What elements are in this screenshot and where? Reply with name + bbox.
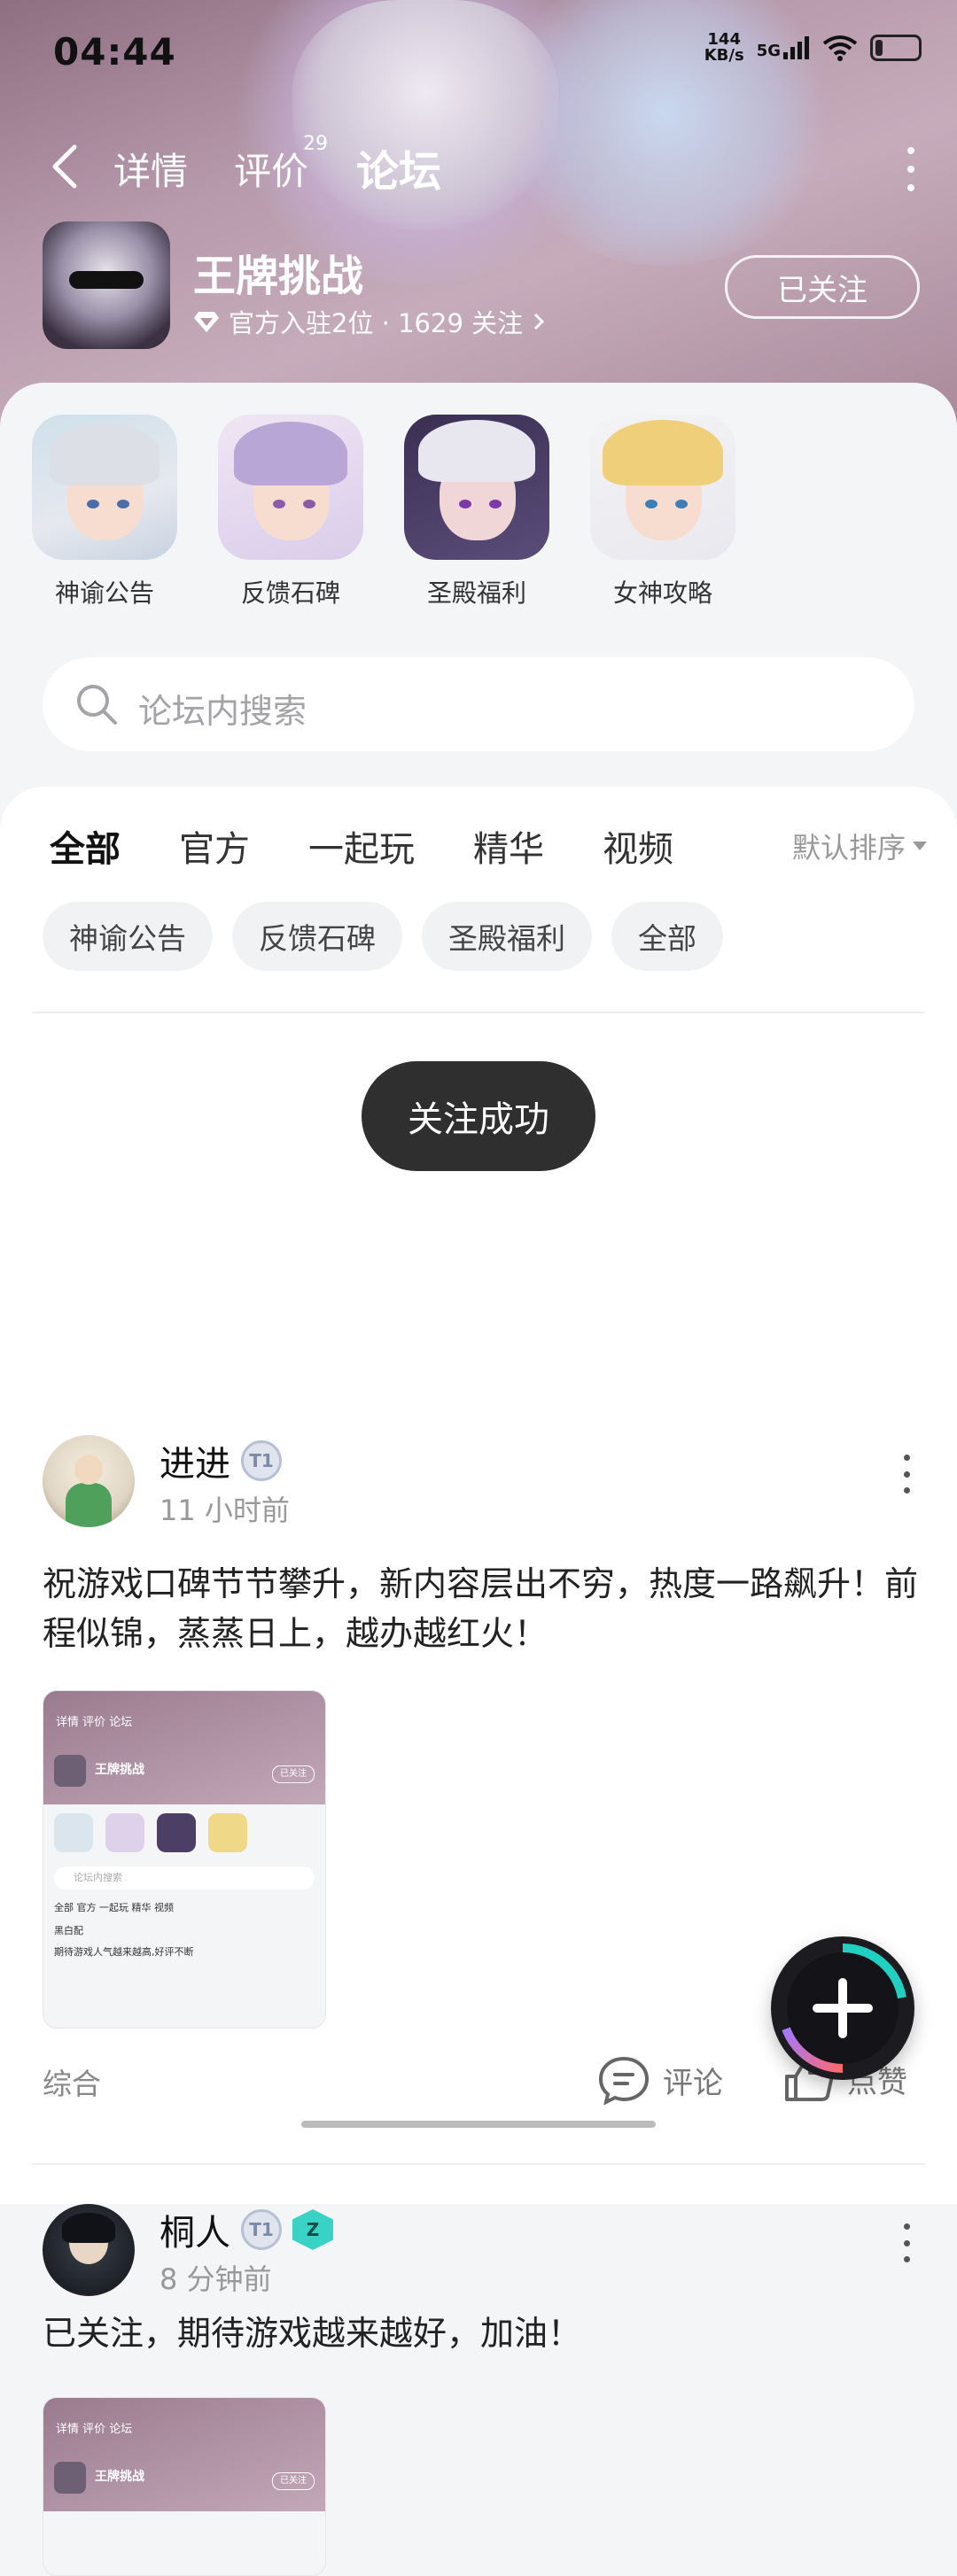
shortcut-image [404,415,549,560]
comment-label: 评论 [663,2065,723,2101]
avatar[interactable] [43,2204,135,2296]
shortcut-label: 神谕公告 [54,578,154,608]
divider [32,2163,925,2165]
game-banner: 04:44 144 KB/s 5G 详情 评价 29 论坛 王牌挑战 官方入驻2位… [0,0,957,425]
feed-tab-play-together[interactable]: 一起玩 [308,820,415,872]
post-image[interactable]: 详情 评价 论坛 王牌挑战 已关注 论坛内搜索 全部 官方 一起玩 精华 视频 … [43,1690,326,2029]
signal-icon: 5G [757,36,810,59]
wifi-icon [822,35,858,61]
status-bar: 04:44 144 KB/s 5G [0,0,957,97]
tab-reviews[interactable]: 评价 29 [234,133,328,196]
shortcut-temple-benefits[interactable]: 圣殿福利 [404,415,549,609]
sort-label: 默认排序 [791,831,906,865]
post-more-icon[interactable] [902,1455,911,1494]
dropdown-arrow-icon [913,842,927,850]
forum-search-input[interactable]: 论坛内搜索 [43,657,914,751]
thumb-text: 王牌挑战 [95,1763,144,1777]
game-meta-text: 官方入驻2位 · 1629 关注 [229,308,524,338]
game-title: 王牌挑战 [193,252,364,301]
plus-icon [787,1952,899,2064]
username: 桐人 [160,2213,230,2254]
shortcut-oracle-announcement[interactable]: 神谕公告 [32,415,177,609]
comment-button[interactable]: 评论 [597,2055,723,2105]
forum-shortcuts: 神谕公告 反馈石碑 圣殿福利 女神攻略 [32,415,735,609]
home-indicator[interactable] [301,2121,656,2128]
new-post-button[interactable] [771,1936,914,2080]
thumb-text: 详情 评价 论坛 [56,2423,133,2436]
game-info: 王牌挑战 官方入驻2位 · 1629 关注 已关注 [43,221,920,354]
divider [32,1012,925,1013]
shortcut-label: 女神攻略 [612,578,712,608]
sort-dropdown[interactable]: 默认排序 [792,826,927,866]
username: 进进 [160,1444,230,1485]
achievement-badge-icon: Z [292,2209,333,2250]
category-chips: 神谕公告 反馈石碑 圣殿福利 全部 [43,902,723,971]
feed-tab-official[interactable]: 官方 [179,820,250,872]
tab-label: 详情 [113,150,189,193]
network-speed: 144 KB/s [704,32,744,64]
chip-all[interactable]: 全部 [611,902,723,971]
shortcut-label: 圣殿福利 [426,578,526,608]
feed-tab-video[interactable]: 视频 [603,820,673,872]
battery-icon [870,35,922,61]
shortcut-image [218,415,363,560]
chip-feedback-stele[interactable]: 反馈石碑 [232,902,402,971]
thumb-text: 黑白配 [54,1925,83,1936]
post-text[interactable]: 已关注，期待游戏越来越好，加油！ [43,2308,920,2358]
follow-success-toast: 关注成功 [362,1061,595,1171]
feed-tabs: 全部 官方 一起玩 精华 视频 [50,820,673,875]
thumb-text: 王牌挑战 [95,2470,144,2484]
post-author[interactable]: 进进 T1 [160,1435,282,1486]
status-icons: 144 KB/s 5G [704,32,922,64]
post-time: 11 小时前 [160,1494,290,1527]
tab-label: 评价 [234,150,309,193]
shortcut-image [590,415,735,560]
post-time: 8 分钟前 [160,2262,272,2296]
thumb-text: 已关注 [272,1765,315,1783]
diamond-icon [194,312,219,332]
shortcut-goddess-guide[interactable]: 女神攻略 [590,415,735,609]
thumb-text: 已关注 [272,2472,315,2490]
thumb-text: 论坛内搜索 [54,1866,315,1889]
avatar[interactable] [43,1435,135,1527]
tab-forum[interactable]: 论坛 [356,136,442,204]
network-speed-unit: KB/s [704,46,744,65]
feed-tab-all[interactable]: 全部 [50,820,121,875]
forum-panel: 神谕公告 反馈石碑 圣殿福利 女神攻略 论坛内搜索 全部 官方 一起玩 精华 视… [0,383,957,2576]
status-time: 04:44 [53,30,176,74]
search-placeholder: 论坛内搜索 [138,692,307,731]
post-author[interactable]: 桐人 T1 Z [160,2204,333,2255]
top-nav: 详情 评价 29 论坛 [0,133,957,204]
tab-label: 论坛 [356,147,442,197]
network-type: 5G [756,42,781,60]
shortcut-feedback-stele[interactable]: 反馈石碑 [218,415,363,609]
tab-details[interactable]: 详情 [113,142,188,196]
back-arrow-icon[interactable] [43,140,96,193]
thumb-text: 全部 官方 一起玩 精华 视频 [54,1902,174,1913]
post-more-icon[interactable] [902,2223,911,2262]
more-options-icon[interactable] [900,147,922,191]
game-icon[interactable] [43,221,170,349]
game-meta[interactable]: 官方入驻2位 · 1629 关注 [193,303,546,340]
review-count-badge: 29 [303,133,329,155]
post-image[interactable]: 详情 评价 论坛 王牌挑战 已关注 [43,2397,326,2576]
shortcut-image [32,415,177,560]
comment-icon [598,2056,650,2105]
thumb-text: 详情 评价 论坛 [56,1716,133,1729]
search-icon [77,685,117,725]
chevron-right-icon [534,313,545,330]
shortcut-label: 反馈石碑 [240,578,340,608]
chip-temple-benefits[interactable]: 圣殿福利 [422,902,592,971]
post-text[interactable]: 祝游戏口碑节节攀升，新内容层出不穷，热度一路飙升！前程似锦，蒸蒸日上，越办越红火… [43,1559,920,1658]
level-badge-icon: T1 [241,2209,282,2250]
thumb-text: 期待游戏人气越来越高,好评不断 [54,1946,194,1958]
level-badge-icon: T1 [241,1440,282,1481]
follow-button[interactable]: 已关注 [725,255,920,319]
post-category[interactable]: 综合 [43,2060,101,2103]
feed-tab-featured[interactable]: 精华 [473,820,544,872]
chip-oracle-announcement[interactable]: 神谕公告 [43,902,213,971]
